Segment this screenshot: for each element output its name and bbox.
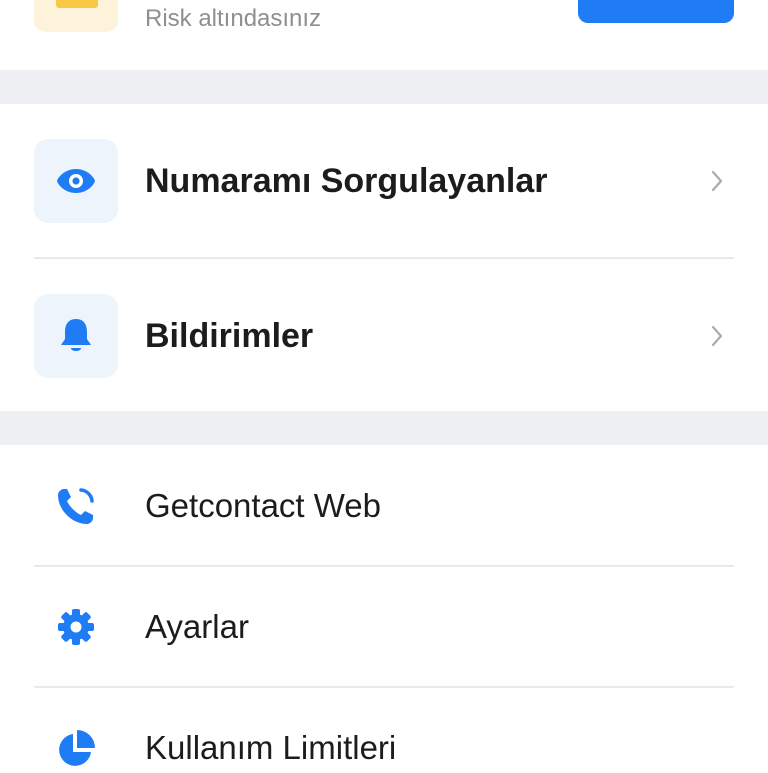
menu-item-label: Numaramı Sorgulayanlar <box>145 162 548 200</box>
chevron-right-icon <box>706 166 728 196</box>
eye-icon-box <box>34 139 118 223</box>
menu-item-label: Ayarlar <box>145 608 249 645</box>
menu-item-getcontact-web[interactable]: Getcontact Web <box>0 445 768 565</box>
phone-icon <box>58 488 94 524</box>
menu-item-ayarlar[interactable]: Ayarlar <box>0 567 768 686</box>
gear-icon <box>58 609 94 645</box>
bell-icon-box <box>34 294 118 378</box>
section-separator <box>0 70 768 104</box>
menu-item-numarami-sorgulayanlar[interactable]: Numaramı Sorgulayanlar <box>0 104 768 257</box>
menu-item-kullanim-limitleri[interactable]: Kullanım Limitleri <box>0 688 768 768</box>
chevron-right-icon <box>706 321 728 351</box>
pie-chart-icon <box>59 730 95 766</box>
gear-icon-wrap <box>52 603 100 651</box>
pie-chart-icon-wrap <box>52 725 100 773</box>
menu-item-label: Bildirimler <box>145 317 314 355</box>
eye-icon <box>57 169 95 193</box>
warning-icon <box>56 0 98 8</box>
menu-item-bildirimler[interactable]: Bildirimler <box>0 259 768 411</box>
phone-icon-wrap <box>52 482 100 530</box>
menu-item-label: Getcontact Web <box>145 487 382 524</box>
section-separator <box>0 411 768 445</box>
risk-action-button[interactable] <box>578 0 734 23</box>
bell-icon <box>61 319 91 351</box>
menu-item-label: Kullanım Limitleri <box>145 729 397 766</box>
risk-status-text: Risk altındasınız <box>145 5 322 32</box>
